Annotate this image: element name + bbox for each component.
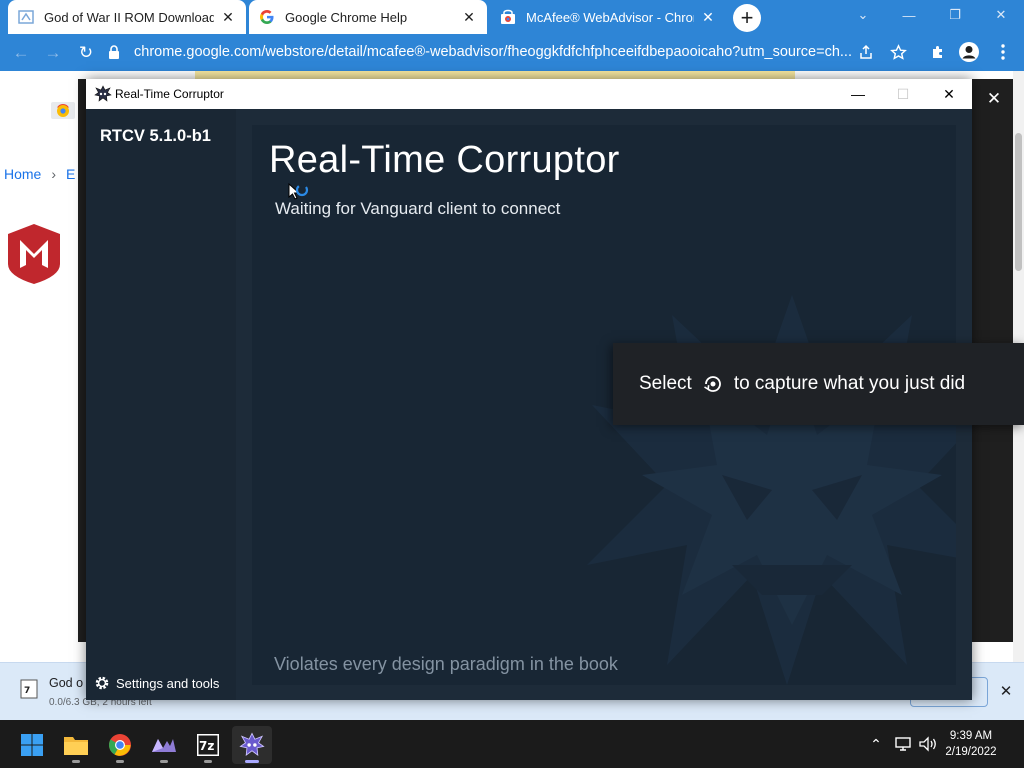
share-icon[interactable]	[854, 40, 878, 64]
tab-title: Google Chrome Help	[285, 9, 408, 25]
close-icon[interactable]: ✕	[700, 9, 716, 25]
address-bar[interactable]: chrome.google.com/webstore/detail/mcafee…	[108, 37, 918, 67]
close-window-icon[interactable]: ✕	[978, 0, 1024, 30]
app-icon[interactable]	[144, 726, 184, 764]
mcafee-logo-icon	[8, 224, 60, 284]
breadcrumb-link[interactable]: E	[66, 166, 75, 182]
close-icon[interactable]: ✕	[461, 9, 477, 25]
7zip-icon[interactable]: 7z	[188, 726, 228, 764]
file-explorer-icon[interactable]	[56, 726, 96, 764]
footer-text: Violates every design paradigm in the bo…	[274, 654, 618, 674]
minimize-icon[interactable]: —	[835, 79, 881, 109]
svg-text:7: 7	[24, 686, 30, 696]
lock-icon	[108, 45, 122, 59]
network-icon[interactable]	[893, 734, 915, 754]
page-title: Real-Time Corruptor	[269, 139, 620, 181]
back-icon[interactable]: ←	[8, 40, 34, 66]
version-label: RTCV 5.1.0-b1	[100, 127, 211, 145]
settings-and-tools-button[interactable]: Settings and tools	[94, 675, 219, 691]
tab-strip: God of War II ROM Download - R ✕ Google …	[0, 0, 1024, 34]
tab-rom-download[interactable]: God of War II ROM Download - R ✕	[8, 0, 246, 34]
clock-time: 9:39 AM	[949, 730, 993, 742]
chrome-web-store-logo-icon	[49, 93, 77, 121]
gear-icon	[94, 675, 110, 691]
site-favicon-icon	[18, 9, 34, 25]
close-icon[interactable]: ✕	[926, 79, 972, 109]
close-icon[interactable]: ✕	[996, 681, 1016, 701]
tab-search-icon[interactable]: ⌄	[840, 0, 886, 30]
extensions-icon[interactable]	[926, 40, 950, 64]
close-icon[interactable]: ✕	[982, 87, 1006, 111]
window-title: Real-Time Corruptor	[115, 87, 224, 101]
restore-icon[interactable]: ❐	[932, 0, 978, 30]
rtc-app-icon	[94, 85, 112, 103]
breadcrumb: Home › E	[4, 166, 75, 182]
chrome-web-store-icon	[500, 9, 516, 25]
forward-icon[interactable]: →	[40, 40, 66, 66]
chevron-right-icon: ›	[51, 166, 57, 182]
tab-title: God of War II ROM Download - R	[44, 9, 214, 25]
rtc-sidebar: RTCV 5.1.0-b1 Settings and tools	[86, 109, 236, 700]
reload-icon[interactable]: ↻	[73, 40, 99, 66]
tab-title: McAfee® WebAdvisor - Chrome	[526, 9, 694, 25]
toast-text-before: Select	[639, 373, 692, 394]
download-filename[interactable]: God o	[49, 676, 83, 690]
taskbar: 7z ⌃ 9:39 AM 2/19/2022	[0, 720, 1024, 768]
maximize-icon[interactable]: ☐	[880, 79, 926, 109]
new-tab-button[interactable]: +	[733, 4, 761, 32]
rtc-icon[interactable]	[232, 726, 272, 764]
start-icon[interactable]	[12, 726, 52, 764]
rtc-logo-watermark-icon	[582, 275, 956, 685]
minimize-icon[interactable]: —	[886, 0, 932, 30]
settings-label: Settings and tools	[116, 675, 220, 691]
status-text: Waiting for Vanguard client to connect	[275, 199, 561, 218]
archive-file-icon: 7	[20, 679, 38, 699]
close-icon[interactable]: ✕	[220, 9, 236, 25]
capture-toast[interactable]: Select to capture what you just did	[613, 343, 1024, 425]
capture-icon	[702, 373, 724, 395]
tab-mcafee-webadvisor[interactable]: McAfee® WebAdvisor - Chrome ✕	[490, 0, 726, 34]
url-text: chrome.google.com/webstore/detail/mcafee…	[134, 44, 852, 60]
bookmark-star-icon[interactable]	[886, 40, 910, 64]
info-banner	[195, 71, 795, 79]
profile-avatar-icon[interactable]	[957, 40, 981, 64]
scrollbar-thumb[interactable]	[1015, 133, 1022, 271]
chrome-icon[interactable]	[100, 726, 140, 764]
svg-text:7z: 7z	[199, 739, 214, 753]
google-g-icon	[259, 9, 275, 25]
browser-toolbar: ← → ↻ chrome.google.com/webstore/detail/…	[0, 34, 1024, 71]
toast-text-after: to capture what you just did	[733, 373, 966, 394]
chevron-up-icon[interactable]: ⌃	[865, 734, 887, 754]
breadcrumb-home-link[interactable]: Home	[4, 166, 41, 182]
tab-chrome-help[interactable]: Google Chrome Help ✕	[249, 0, 487, 34]
menu-kebab-icon[interactable]	[991, 40, 1015, 64]
rtc-title-bar[interactable]: Real-Time Corruptor — ☐ ✕	[86, 79, 972, 109]
clock-date: 2/19/2022	[945, 746, 997, 758]
system-clock[interactable]: 9:39 AM 2/19/2022	[935, 728, 1007, 760]
